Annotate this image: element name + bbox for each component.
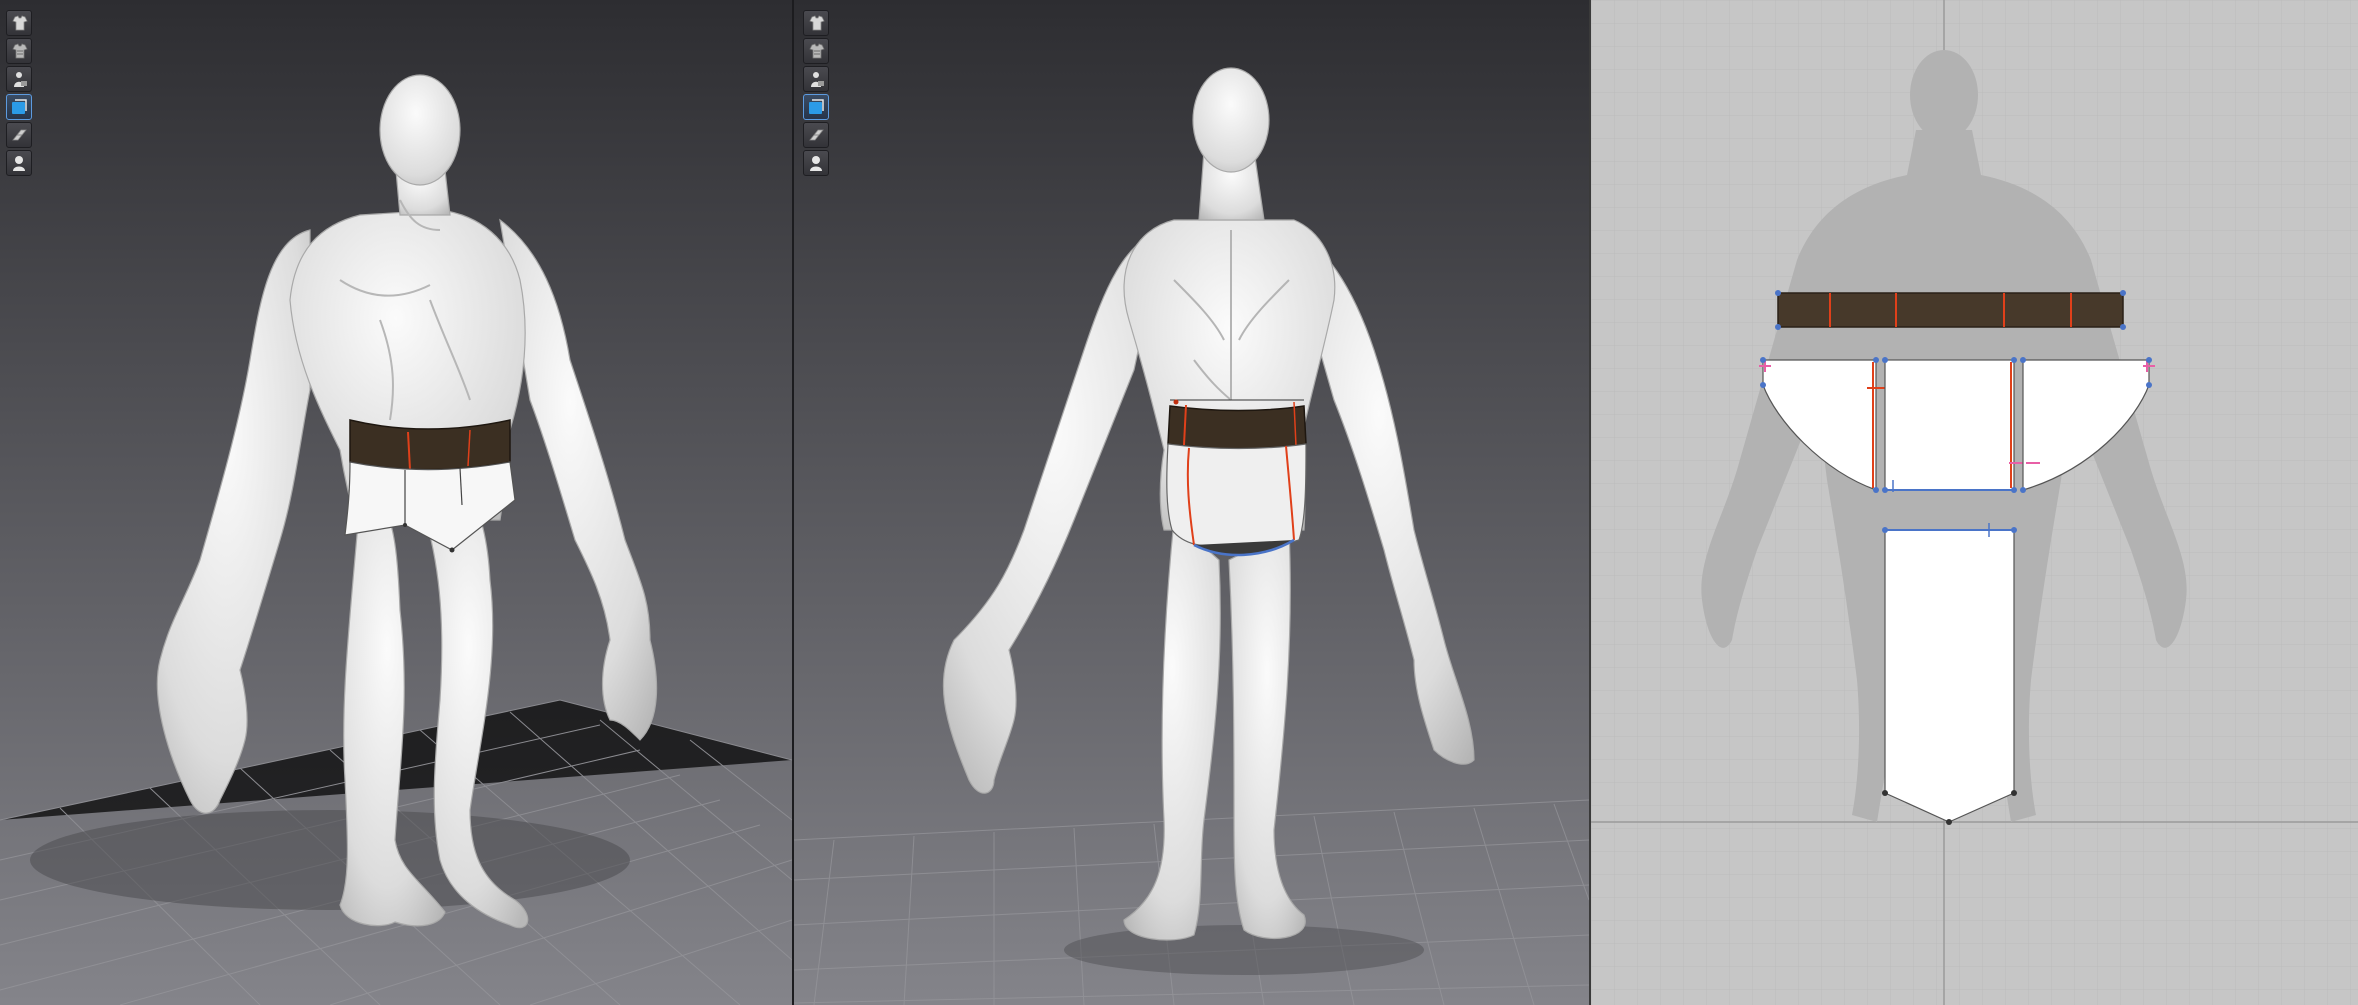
pattern-point[interactable] bbox=[1873, 357, 1879, 363]
pattern-canvas[interactable] bbox=[1591, 0, 2358, 1005]
pattern-point[interactable] bbox=[2120, 290, 2126, 296]
pattern-point[interactable] bbox=[1775, 290, 1781, 296]
viewport-3d-front[interactable] bbox=[0, 0, 792, 1005]
viewport-3d-back[interactable] bbox=[794, 0, 1589, 1005]
avatar-display-button[interactable] bbox=[6, 66, 32, 92]
pattern-point[interactable] bbox=[2011, 487, 2017, 493]
fabric-solid-button[interactable] bbox=[803, 94, 829, 120]
mesh-display-button[interactable] bbox=[803, 122, 829, 148]
avatar-shadow bbox=[1064, 925, 1424, 975]
pattern-point[interactable] bbox=[2146, 382, 2152, 388]
pattern-piece-belt[interactable] bbox=[1775, 290, 2126, 330]
pattern-point[interactable] bbox=[1882, 527, 1888, 533]
pattern-point[interactable] bbox=[2011, 790, 2017, 796]
pattern-point bbox=[403, 523, 407, 527]
pattern-point[interactable] bbox=[2120, 324, 2126, 330]
pattern-point[interactable] bbox=[2020, 487, 2026, 493]
mesh-display-button[interactable] bbox=[6, 122, 32, 148]
garment-display-button[interactable] bbox=[803, 10, 829, 36]
pattern-point[interactable] bbox=[2146, 357, 2152, 363]
avatar-shadow bbox=[30, 810, 630, 910]
pattern-piece-front-center[interactable] bbox=[1882, 357, 2023, 493]
garment-display-icon bbox=[12, 15, 28, 31]
avatar-skin-icon bbox=[810, 156, 822, 171]
avatar-display-icon bbox=[14, 72, 27, 87]
pattern-point bbox=[1173, 399, 1179, 405]
avatar-display-icon bbox=[811, 72, 824, 87]
fabric-solid-icon bbox=[12, 99, 27, 114]
mesh-display-icon bbox=[12, 129, 27, 141]
scene-back[interactable] bbox=[794, 0, 1589, 1005]
avatar-skin-button[interactable] bbox=[803, 150, 829, 176]
pattern-point[interactable] bbox=[2011, 357, 2017, 363]
viewport-toolbar-back bbox=[803, 10, 831, 176]
pattern-point bbox=[449, 547, 455, 553]
scene-front[interactable] bbox=[0, 0, 792, 1005]
garment-texture-icon bbox=[809, 43, 825, 59]
pattern-window-2d[interactable] bbox=[1591, 0, 2358, 1005]
mesh-display-icon bbox=[809, 129, 824, 141]
garment-texture-button[interactable] bbox=[6, 38, 32, 64]
pattern-point[interactable] bbox=[1882, 790, 1888, 796]
avatar-skin-button[interactable] bbox=[6, 150, 32, 176]
garment-display-button[interactable] bbox=[6, 10, 32, 36]
viewport-toolbar-front bbox=[6, 10, 34, 176]
pattern-point[interactable] bbox=[1760, 357, 1766, 363]
avatar-skin-icon bbox=[13, 156, 25, 171]
pattern-point[interactable] bbox=[2011, 527, 2017, 533]
pattern-point[interactable] bbox=[1873, 487, 1879, 493]
pattern-point[interactable] bbox=[2020, 357, 2026, 363]
garment-texture-icon bbox=[12, 43, 28, 59]
pattern-point[interactable] bbox=[1882, 357, 1888, 363]
fabric-solid-icon bbox=[809, 99, 824, 114]
garment-loincloth-back[interactable] bbox=[1166, 443, 1307, 557]
pattern-point[interactable] bbox=[1760, 382, 1766, 388]
pattern-point[interactable] bbox=[1946, 819, 1952, 825]
garment-texture-button[interactable] bbox=[803, 38, 829, 64]
pattern-point[interactable] bbox=[1775, 324, 1781, 330]
fabric-solid-button[interactable] bbox=[6, 94, 32, 120]
pattern-piece-back-flap[interactable] bbox=[1882, 523, 2017, 825]
avatar-display-button[interactable] bbox=[803, 66, 829, 92]
pattern-point[interactable] bbox=[1882, 487, 1888, 493]
garment-display-icon bbox=[809, 15, 825, 31]
